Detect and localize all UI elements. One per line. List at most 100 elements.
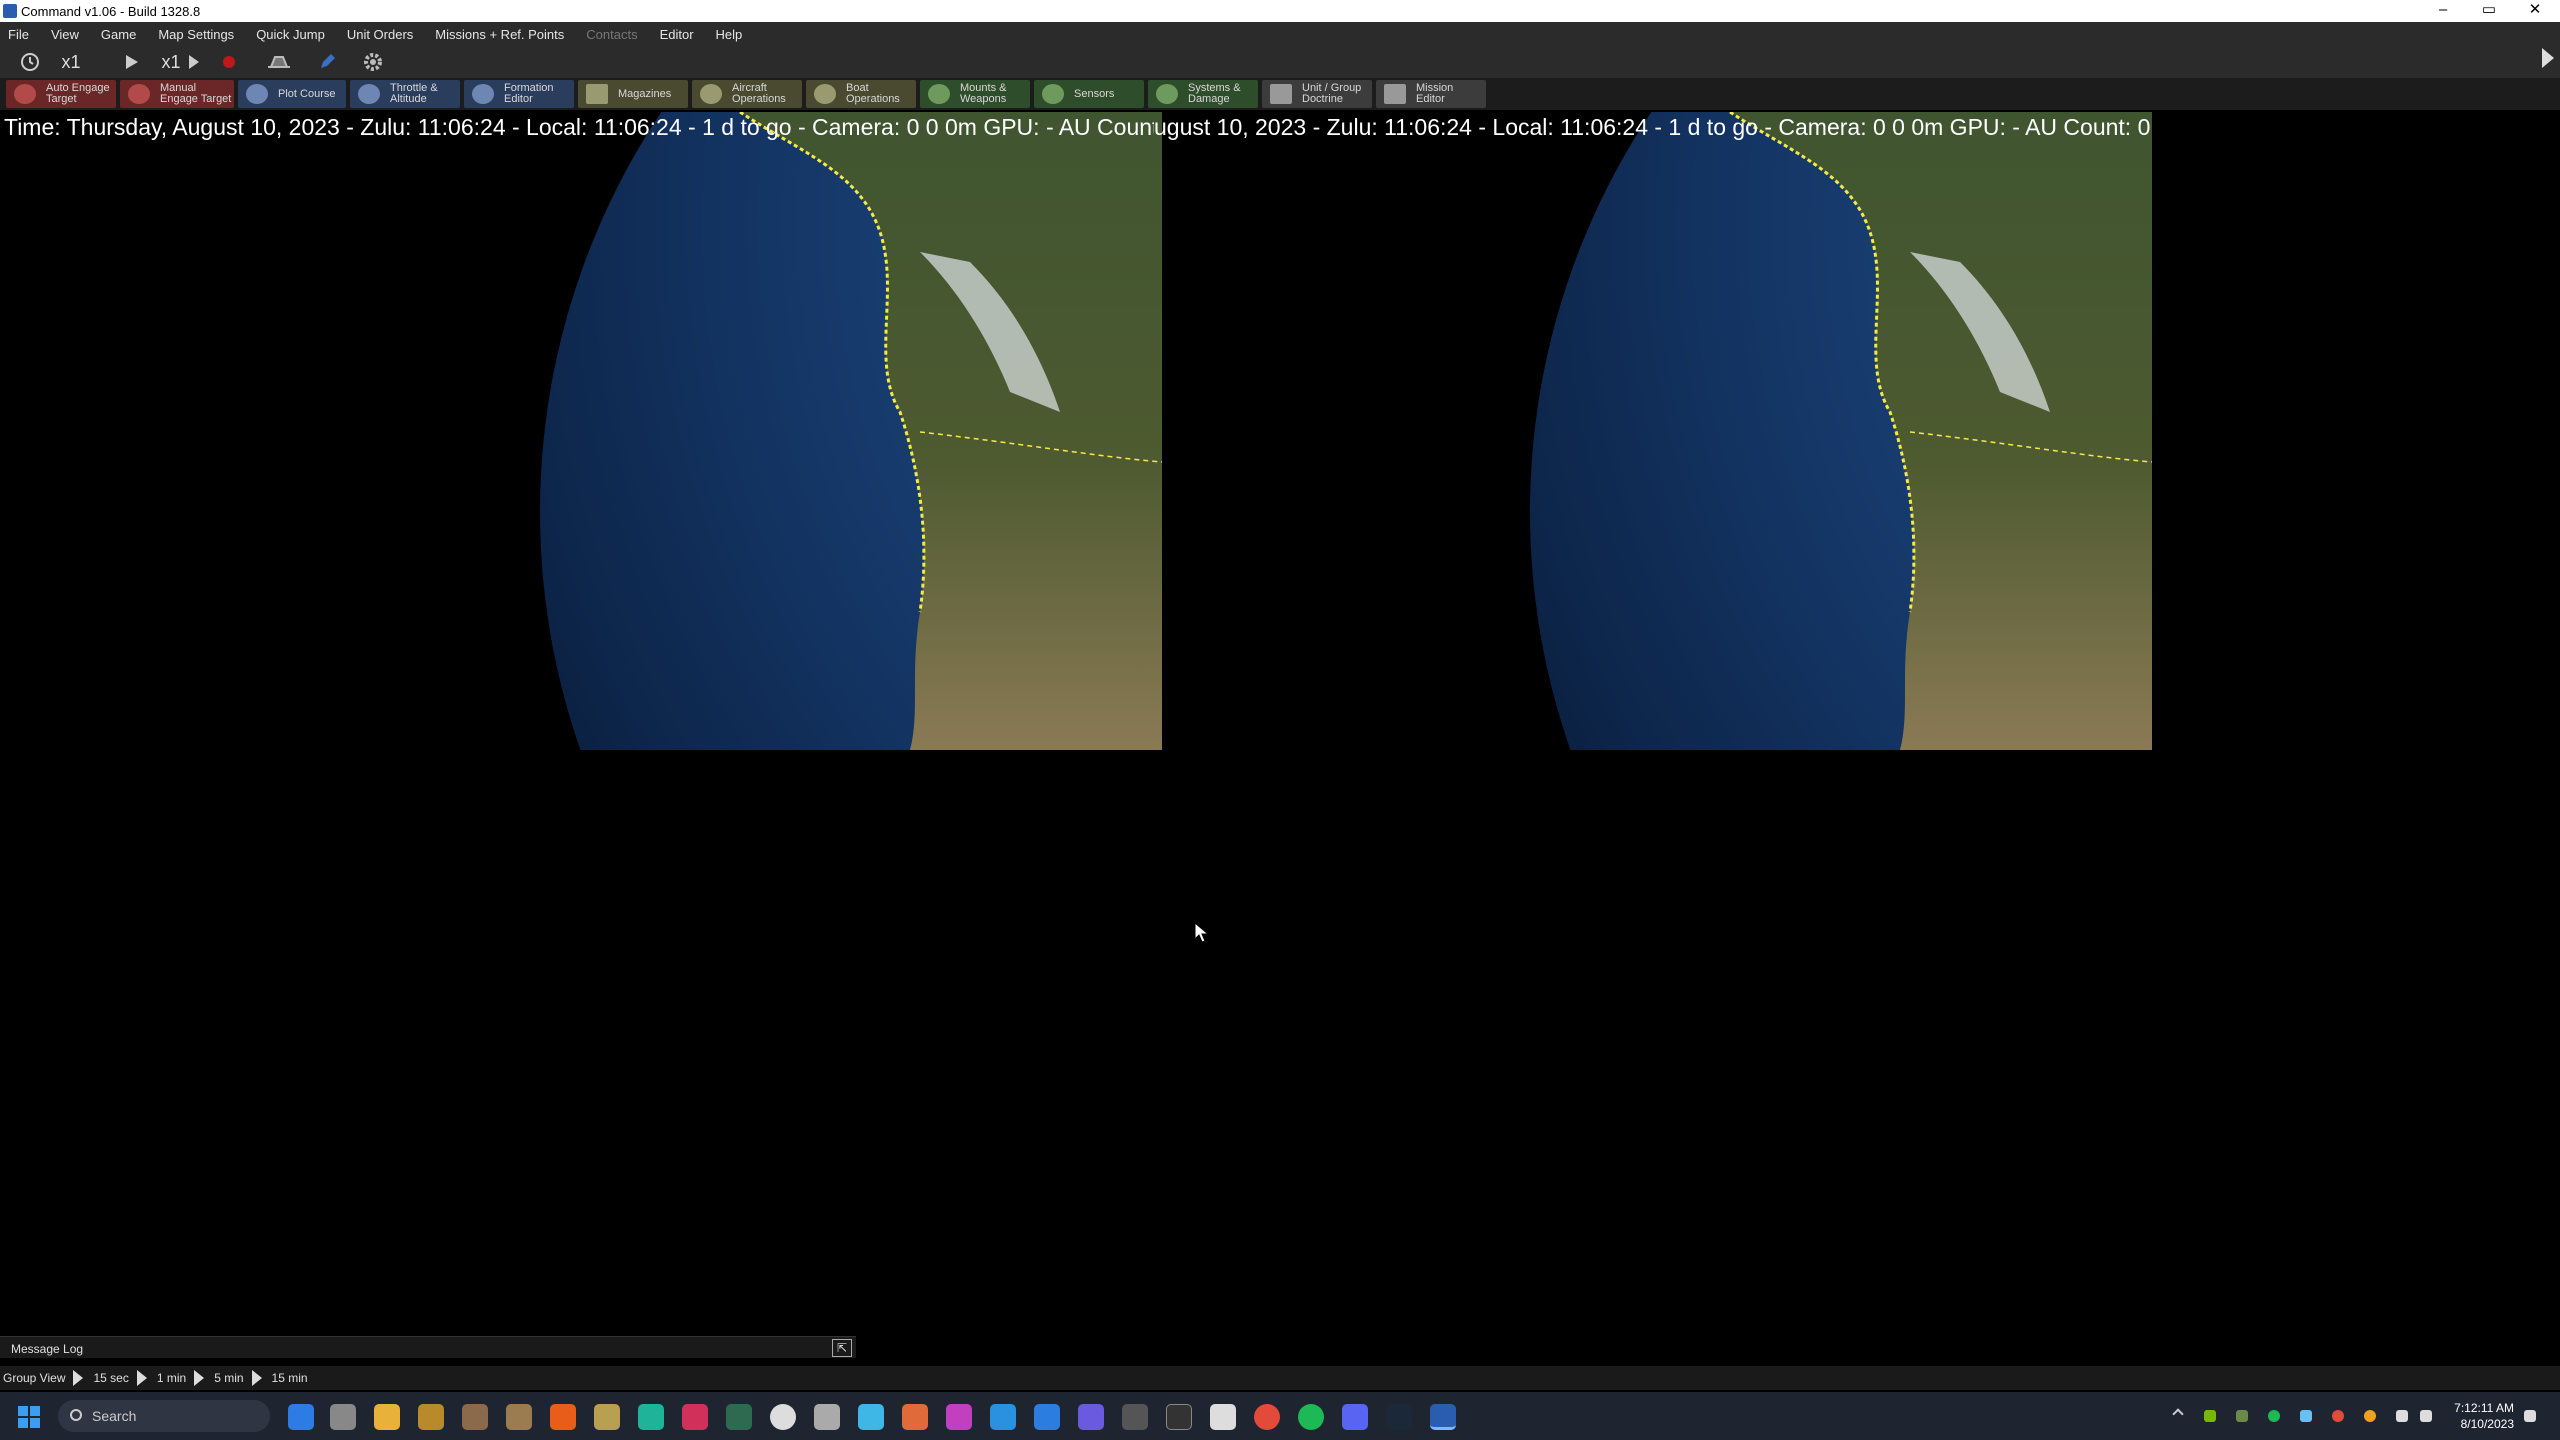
close-button[interactable]: ✕ [2512,0,2558,22]
step-arrow-icon[interactable] [136,1370,147,1386]
sensors-button[interactable]: Sensors [1034,80,1144,108]
map-view-left[interactable] [540,112,1162,750]
auto-engage-label: Auto Engage Target [46,82,110,105]
drone-icon[interactable] [264,49,294,75]
maximize-button[interactable]: ▭ [2466,0,2512,22]
menu-view[interactable]: View [51,27,79,42]
game-icon[interactable] [506,1404,532,1430]
magazines-label: Magazines [618,87,672,100]
command-toolbar: Auto Engage Target Manual Engage Target … [0,78,2560,110]
game-icon[interactable] [418,1404,444,1430]
spotify-tray-icon[interactable] [2268,1410,2280,1422]
unreal-icon[interactable] [770,1404,796,1430]
step-15sec[interactable]: 15 sec [93,1371,128,1385]
game-icon[interactable] [462,1404,488,1430]
spotify-icon[interactable] [1298,1404,1324,1430]
edge-icon[interactable] [288,1404,314,1430]
system-clock[interactable]: 7:12:11 AM 8/10/2023 [2440,1400,2514,1432]
systems-damage-button[interactable]: Systems & Damage [1148,80,1258,108]
clock-date: 8/10/2023 [2460,1417,2514,1431]
steam-icon[interactable] [1386,1404,1412,1430]
windows-start-icon[interactable] [18,1406,40,1428]
step-15min[interactable]: 15 min [272,1371,308,1385]
pycharm-icon[interactable] [638,1404,664,1430]
window-titlebar: Command v1.06 - Build 1328.8 – ▭ ✕ [0,0,2560,22]
unity-icon[interactable] [814,1404,840,1430]
chrome-icon[interactable] [1254,1404,1280,1430]
app-icon[interactable] [1078,1404,1104,1430]
auto-engage-button[interactable]: Auto Engage Target [6,80,116,108]
menu-help[interactable]: Help [716,27,743,42]
throttle-altitude-button[interactable]: Throttle & Altitude [350,80,460,108]
vscode-icon[interactable] [1034,1404,1060,1430]
magazines-button[interactable]: Magazines [578,80,688,108]
systems-icon [1156,84,1178,104]
app-icon[interactable] [946,1404,972,1430]
map-view-right[interactable] [1530,112,2152,750]
volume-icon[interactable] [2420,1410,2432,1422]
app-icon[interactable] [1210,1404,1236,1430]
menu-missions[interactable]: Missions + Ref. Points [435,27,564,42]
nvidia-icon[interactable] [2204,1410,2216,1422]
menu-file[interactable]: File [8,27,29,42]
clock-icon[interactable] [16,49,44,75]
terminal-icon[interactable] [1166,1404,1192,1430]
step-arrow-icon[interactable] [73,1370,84,1386]
blender-icon[interactable] [902,1404,928,1430]
tray-chevron-icon[interactable] [2172,1408,2184,1420]
pencil-icon[interactable] [312,49,342,75]
app-icon[interactable] [594,1404,620,1430]
menu-contacts[interactable]: Contacts [586,27,637,42]
expand-panel-icon[interactable] [2542,48,2554,68]
command-app-icon[interactable] [1430,1404,1456,1430]
gear-icon[interactable] [358,49,388,75]
wifi-icon[interactable] [2396,1410,2408,1422]
steam-tray-icon[interactable] [2300,1410,2312,1422]
app-icon[interactable] [550,1404,576,1430]
formation-editor-button[interactable]: Formation Editor [464,80,574,108]
message-log-bar[interactable]: Message Log ⇱ [0,1336,856,1358]
step-5min[interactable]: 5 min [214,1371,243,1385]
mission-editor-button[interactable]: Mission Editor [1376,80,1486,108]
minimize-button[interactable]: – [2420,0,2466,22]
step-icon[interactable] [186,49,202,75]
file-explorer-icon[interactable] [374,1404,400,1430]
menu-map-settings[interactable]: Map Settings [158,27,234,42]
aircraft-label: Aircraft Operations [732,82,786,105]
boat-operations-button[interactable]: Boat Operations [806,80,916,108]
menu-editor[interactable]: Editor [660,27,694,42]
tray-app-icon[interactable] [2332,1410,2344,1422]
doctrine-button[interactable]: Unit / Group Doctrine [1262,80,1372,108]
doctrine-icon [1270,84,1292,104]
menu-quick-jump[interactable]: Quick Jump [256,27,325,42]
step-1min[interactable]: 1 min [157,1371,186,1385]
taskbar-search[interactable]: Search [58,1400,270,1432]
app-icon[interactable] [990,1404,1016,1430]
formation-icon [472,84,494,104]
tray-app-icon[interactable] [2236,1410,2248,1422]
discord-icon[interactable] [1342,1404,1368,1430]
popout-icon[interactable]: ⇱ [832,1339,852,1357]
app-icon [3,4,17,18]
live-icon[interactable] [1122,1404,1148,1430]
menu-bar: File View Game Map Settings Quick Jump U… [0,22,2560,46]
chrome-tray-icon[interactable] [2364,1410,2376,1422]
play-icon[interactable] [118,49,144,75]
group-view-label[interactable]: Group View [3,1371,65,1385]
step-arrow-icon[interactable] [194,1370,205,1386]
rider-icon[interactable] [682,1404,708,1430]
notification-bell-icon[interactable] [2524,1410,2536,1422]
record-icon[interactable] [216,49,242,75]
manual-engage-button[interactable]: Manual Engage Target [120,80,234,108]
task-view-icon[interactable] [330,1404,356,1430]
app-icon[interactable] [726,1404,752,1430]
menu-game[interactable]: Game [101,27,136,42]
formation-label: Formation Editor [504,82,554,105]
boat-label: Boat Operations [846,82,900,105]
aircraft-operations-button[interactable]: Aircraft Operations [692,80,802,108]
mounts-weapons-button[interactable]: Mounts & Weapons [920,80,1030,108]
app-icon[interactable] [858,1404,884,1430]
menu-unit-orders[interactable]: Unit Orders [347,27,413,42]
plot-course-button[interactable]: Plot Course [238,80,346,108]
step-arrow-icon[interactable] [251,1370,262,1386]
